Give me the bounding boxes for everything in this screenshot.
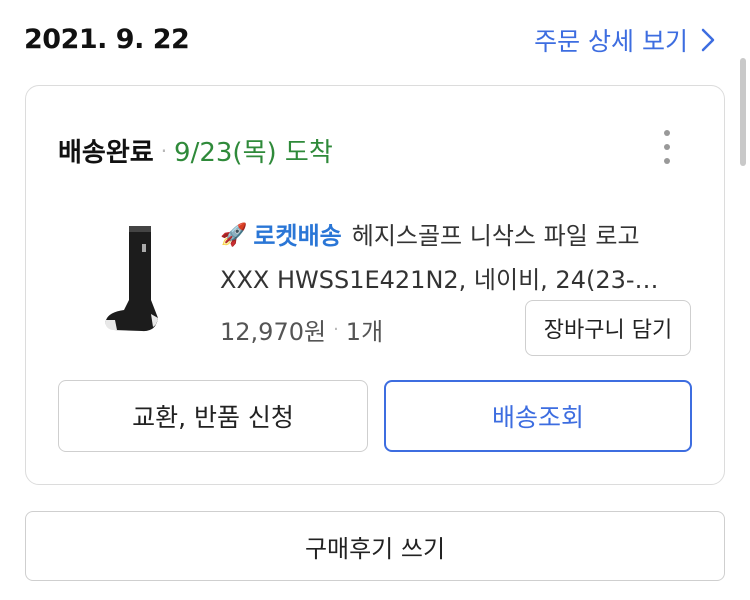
product-quantity: 1개 xyxy=(345,318,384,346)
order-detail-link[interactable]: 주문 상세 보기 xyxy=(534,22,716,58)
delivery-status: 배송완료 · 9/23(목) 도착 xyxy=(58,132,333,169)
scrollbar[interactable] xyxy=(740,58,746,166)
product-name-line1: 헤지스골프 니삭스 파일 로고 xyxy=(351,222,640,250)
separator-dot: · xyxy=(333,319,339,340)
product-name[interactable]: 🚀 로켓배송 헤지스골프 니삭스 파일 로고 XXX HWSS1E421N2, … xyxy=(220,214,660,302)
price-quantity: 12,970원 · 1개 xyxy=(220,312,383,347)
write-review-button[interactable]: 구매후기 쓰기 xyxy=(25,511,725,581)
delivery-status-label: 배송완료 xyxy=(58,138,154,168)
order-card: 배송완료 · 9/23(목) 도착 🚀 로켓배송 헤지스골프 니삭스 파일 로고… xyxy=(25,85,725,485)
chevron-right-icon xyxy=(701,28,715,52)
product-thumbnail[interactable] xyxy=(84,214,184,344)
order-date: 2021. 9. 22 xyxy=(24,24,190,55)
add-to-cart-button[interactable]: 장바구니 담기 xyxy=(525,300,691,356)
separator-dot: · xyxy=(160,138,168,163)
exchange-return-button[interactable]: 교환, 반품 신청 xyxy=(58,380,368,452)
order-detail-label: 주문 상세 보기 xyxy=(534,27,688,56)
rocket-icon: 🚀 xyxy=(220,223,248,248)
rocket-delivery-badge: 로켓배송 xyxy=(253,222,342,250)
more-options-icon[interactable] xyxy=(662,130,672,164)
product-price: 12,970원 xyxy=(220,318,327,346)
arrival-date: 9/23(목) 도착 xyxy=(174,138,333,168)
product-name-line2: XXX HWSS1E421N2, 네이비, 24(23-25) xyxy=(220,266,660,294)
track-delivery-button[interactable]: 배송조회 xyxy=(384,380,692,452)
